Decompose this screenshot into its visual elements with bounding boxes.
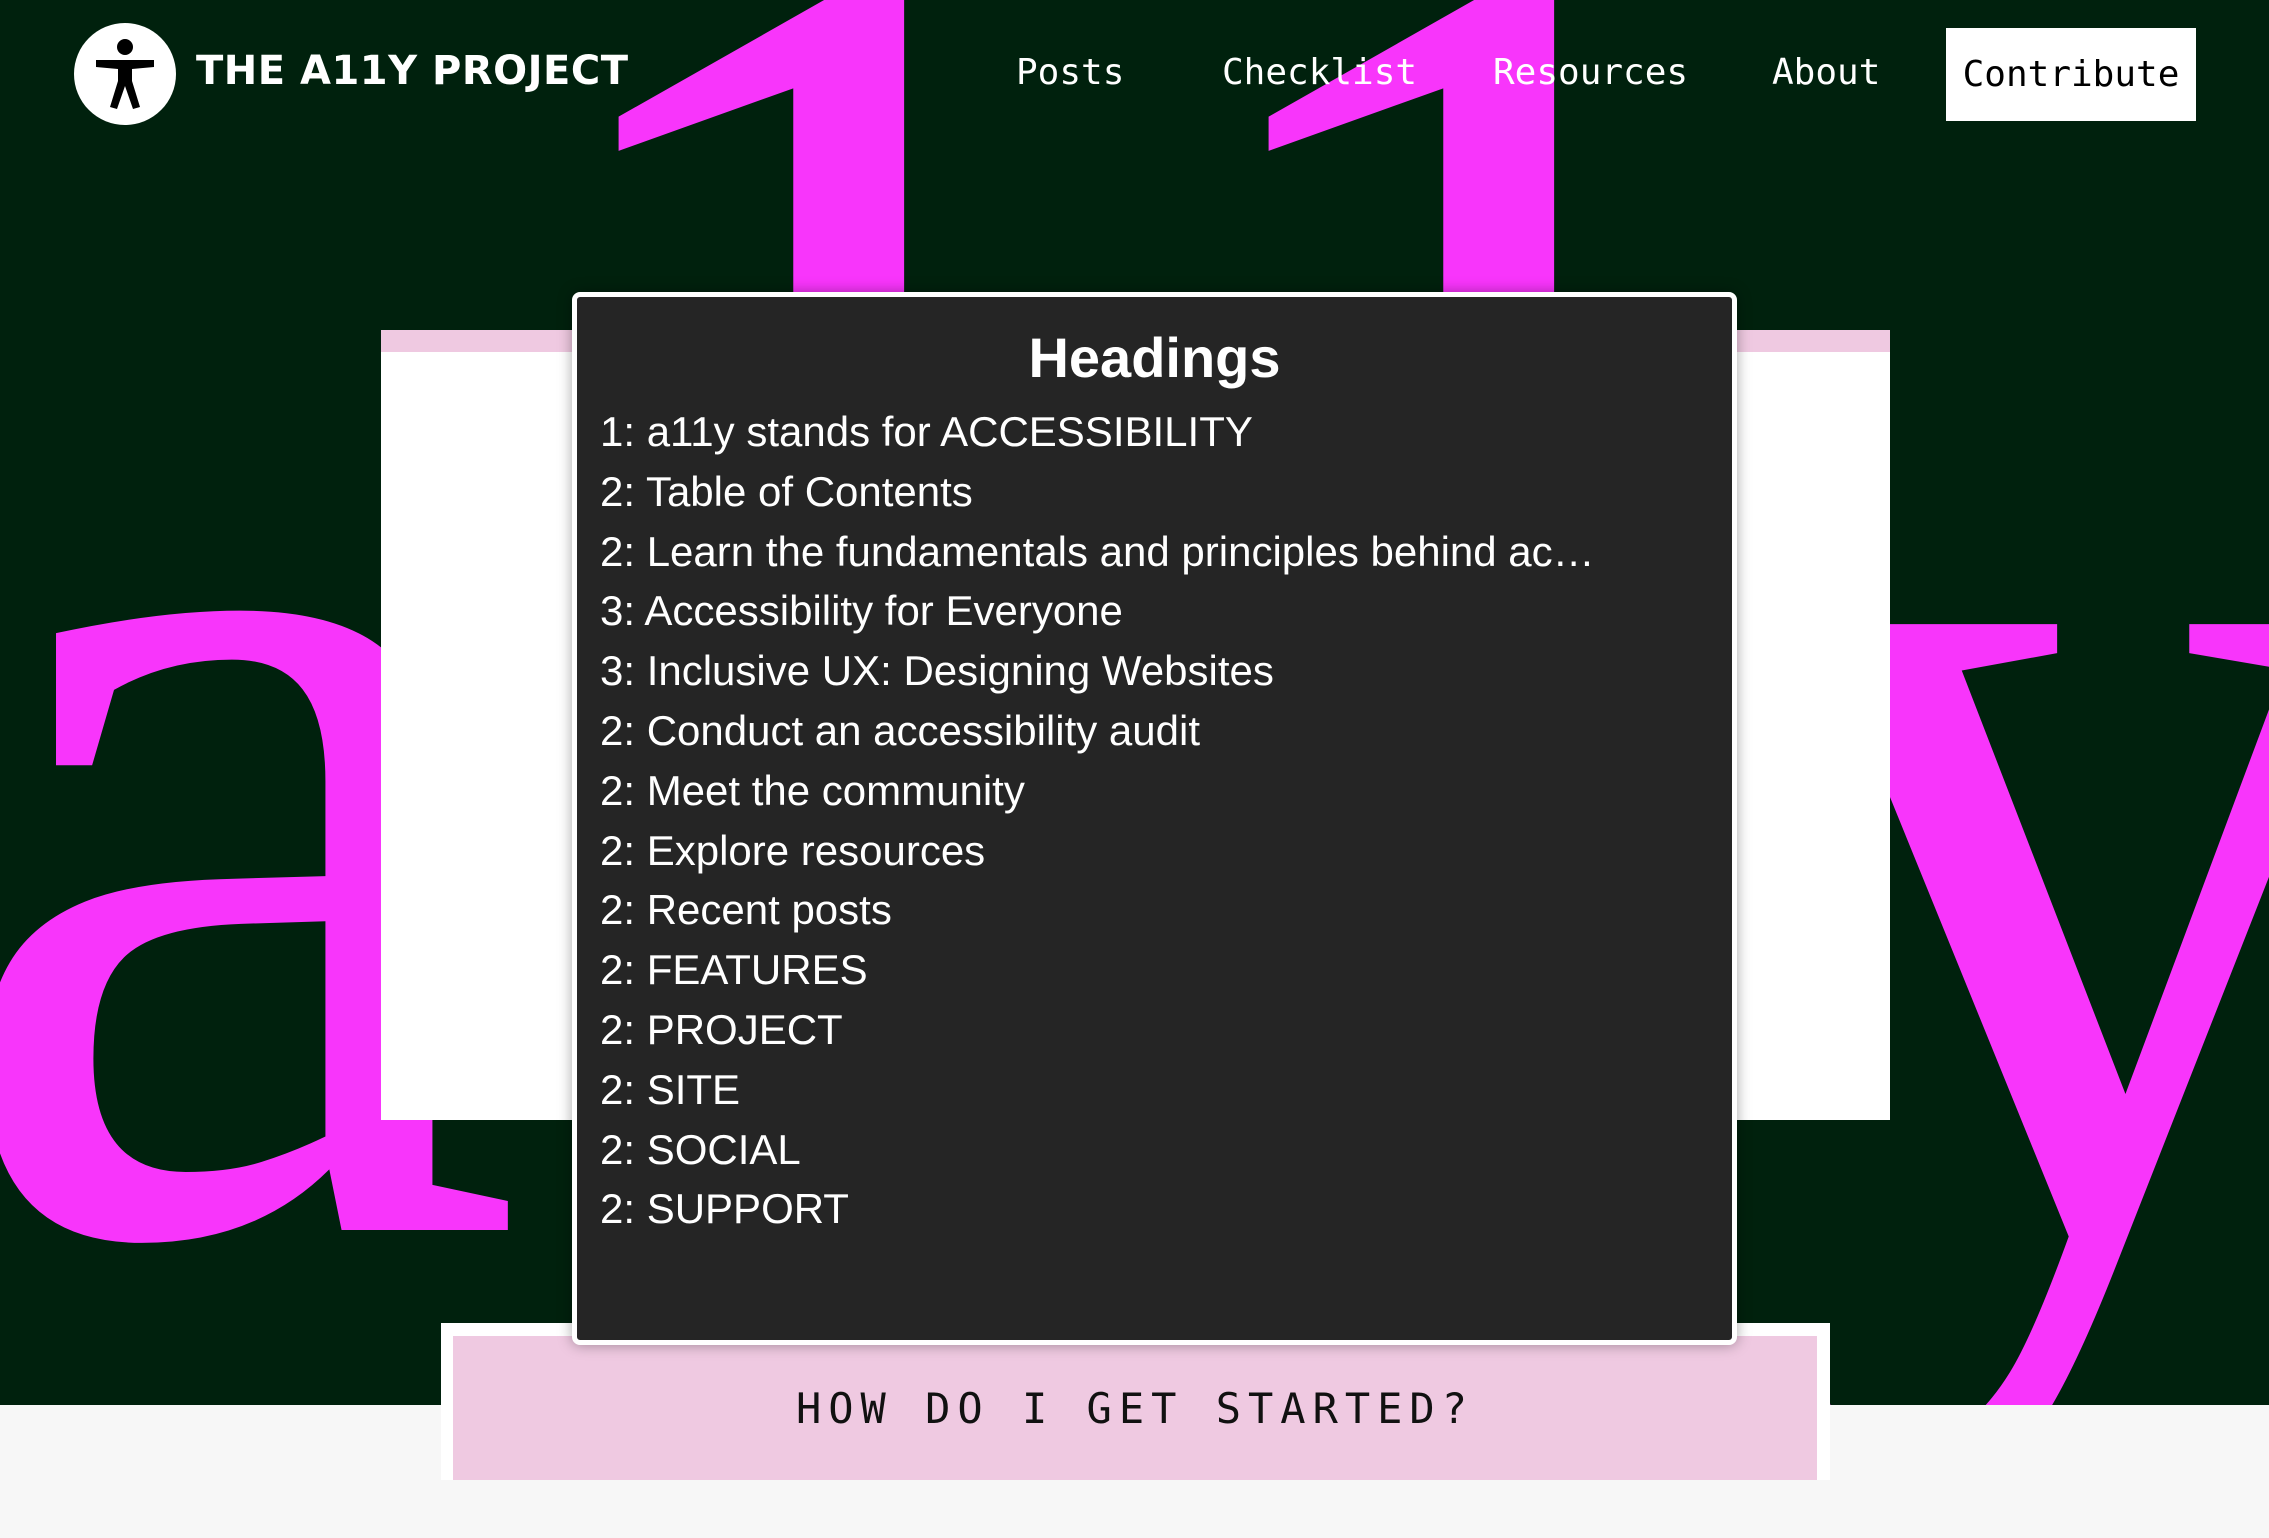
heading-item[interactable]: 3: Inclusive UX: Designing Websites bbox=[600, 641, 1595, 701]
headings-panel-title: Headings bbox=[1028, 326, 1281, 389]
heading-item[interactable]: 2: Table of Contents bbox=[600, 462, 1595, 522]
heading-item[interactable]: 2: Recent posts bbox=[600, 880, 1595, 940]
heading-item[interactable]: 2: Conduct an accessibility audit bbox=[600, 701, 1595, 761]
heading-item[interactable]: 2: Meet the community bbox=[600, 761, 1595, 821]
headings-overlay-panel: Headings 1: a11y stands for ACCESSIBILIT… bbox=[572, 292, 1737, 1345]
heading-item[interactable]: 2: SOCIAL bbox=[600, 1120, 1595, 1180]
nav-checklist[interactable]: Checklist bbox=[1222, 52, 1417, 93]
nav-about[interactable]: About bbox=[1772, 52, 1880, 93]
nav-resources[interactable]: Resources bbox=[1493, 52, 1688, 93]
headings-list: 1: a11y stands for ACCESSIBILITY 2: Tabl… bbox=[600, 402, 1595, 1239]
get-started-button[interactable]: HOW DO I GET STARTED? bbox=[453, 1336, 1817, 1480]
nav-posts[interactable]: Posts bbox=[1016, 52, 1124, 93]
site-header: THE A11Y PROJECT Posts Checklist Resourc… bbox=[0, 0, 2269, 150]
heading-item[interactable]: 2: PROJECT bbox=[600, 1000, 1595, 1060]
heading-item[interactable]: 2: FEATURES bbox=[600, 940, 1595, 1000]
heading-item[interactable]: 2: Learn the fundamentals and principles… bbox=[600, 522, 1595, 582]
contribute-button[interactable]: Contribute bbox=[1946, 28, 2196, 121]
heading-item[interactable]: 1: a11y stands for ACCESSIBILITY bbox=[600, 402, 1595, 462]
heading-item[interactable]: 2: SITE bbox=[600, 1060, 1595, 1120]
heading-item[interactable]: 2: SUPPORT bbox=[600, 1179, 1595, 1239]
heading-item[interactable]: 2: Explore resources bbox=[600, 821, 1595, 881]
accessibility-person-icon[interactable] bbox=[74, 23, 176, 125]
heading-item[interactable]: 3: Accessibility for Everyone bbox=[600, 581, 1595, 641]
site-logo-text[interactable]: THE A11Y PROJECT bbox=[196, 48, 629, 94]
page: a 1 1 y THE A11Y PROJECT Posts Checklist… bbox=[0, 0, 2269, 1538]
